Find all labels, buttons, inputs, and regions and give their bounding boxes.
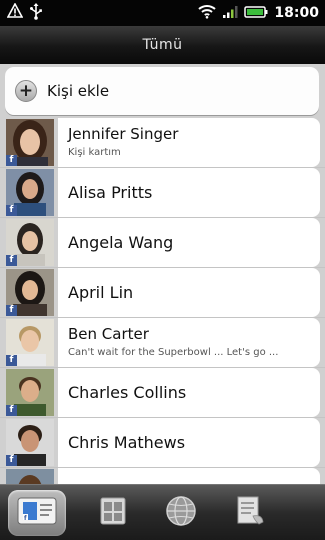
contact-photo[interactable]: f	[6, 269, 54, 316]
add-contact-label: Kişi ekle	[47, 82, 110, 100]
list-item[interactable]: f Charles Collins	[0, 368, 325, 418]
bottom-tab-bar: f	[0, 484, 325, 540]
battery-icon	[244, 4, 268, 23]
status-clock: 18:00	[274, 5, 319, 21]
contact-name: Alisa Pritts	[68, 183, 153, 202]
tab-groups[interactable]	[84, 490, 142, 536]
contact-list[interactable]: + Kişi ekle f Jennifer Singer Kişi kartı…	[0, 64, 325, 484]
facebook-icon: f	[6, 155, 17, 166]
title-bar: Tümü	[0, 26, 325, 65]
page-title[interactable]: Tümü	[0, 26, 325, 64]
facebook-icon: f	[6, 355, 17, 366]
list-item[interactable]: f Alisa Pritts	[0, 168, 325, 218]
tab-people[interactable]: f	[8, 490, 66, 536]
call-history-icon	[229, 494, 269, 532]
list-item[interactable]: f Ben Carter Can't wait for the Superbow…	[0, 318, 325, 368]
contact-photo[interactable]: f	[6, 219, 54, 266]
contact-photo[interactable]: f	[6, 419, 54, 466]
contact-card	[58, 468, 320, 484]
list-item[interactable]: f Jennifer Singer Kişi kartım	[0, 118, 325, 168]
tab-call-history[interactable]	[220, 490, 278, 536]
facebook-icon: f	[6, 255, 17, 266]
alert-triangle-icon	[6, 2, 24, 23]
contact-name: Angela Wang	[68, 233, 174, 252]
globe-icon	[163, 494, 199, 532]
contact-name: Chris Mathews	[68, 433, 186, 452]
facebook-icon: f	[6, 205, 17, 216]
contact-photo[interactable]: f	[6, 169, 54, 216]
people-icon: f	[15, 494, 59, 532]
facebook-icon: f	[6, 455, 17, 466]
groups-icon	[93, 494, 133, 532]
usb-icon	[29, 2, 43, 24]
contact-photo[interactable]	[6, 469, 54, 484]
contact-photo[interactable]: f	[6, 119, 54, 166]
contact-subtitle: Kişi kartım	[68, 147, 121, 158]
svg-text:f: f	[24, 515, 27, 522]
list-item[interactable]	[0, 468, 325, 484]
facebook-icon: f	[6, 305, 17, 316]
contacts: f Jennifer Singer Kişi kartım f Alisa Pr…	[0, 118, 325, 484]
phone-screen: 18:00 Tümü + Kişi ekle f Jennifer Singer…	[0, 0, 325, 540]
status-left	[6, 2, 43, 24]
contact-photo[interactable]: f	[6, 319, 54, 366]
contact-name: Charles Collins	[68, 383, 187, 402]
contact-name: Jennifer Singer	[68, 125, 179, 143]
list-item[interactable]: f April Lin	[0, 268, 325, 318]
status-bar: 18:00	[0, 0, 325, 26]
list-item[interactable]: f Chris Mathews	[0, 418, 325, 468]
contact-name: Ben Carter	[68, 325, 149, 343]
tab-online-directories[interactable]	[152, 490, 210, 536]
wifi-icon	[198, 3, 217, 23]
plus-icon: +	[15, 80, 37, 102]
status-right: 18:00	[198, 3, 319, 23]
contact-photo[interactable]: f	[6, 369, 54, 416]
contact-name: April Lin	[68, 283, 134, 302]
add-contact-button[interactable]: + Kişi ekle	[5, 67, 319, 115]
contact-status: Can't wait for the Superbowl ... Let's g…	[68, 347, 279, 358]
facebook-icon: f	[6, 405, 17, 416]
list-item[interactable]: f Angela Wang	[0, 218, 325, 268]
signal-icon	[222, 4, 238, 23]
